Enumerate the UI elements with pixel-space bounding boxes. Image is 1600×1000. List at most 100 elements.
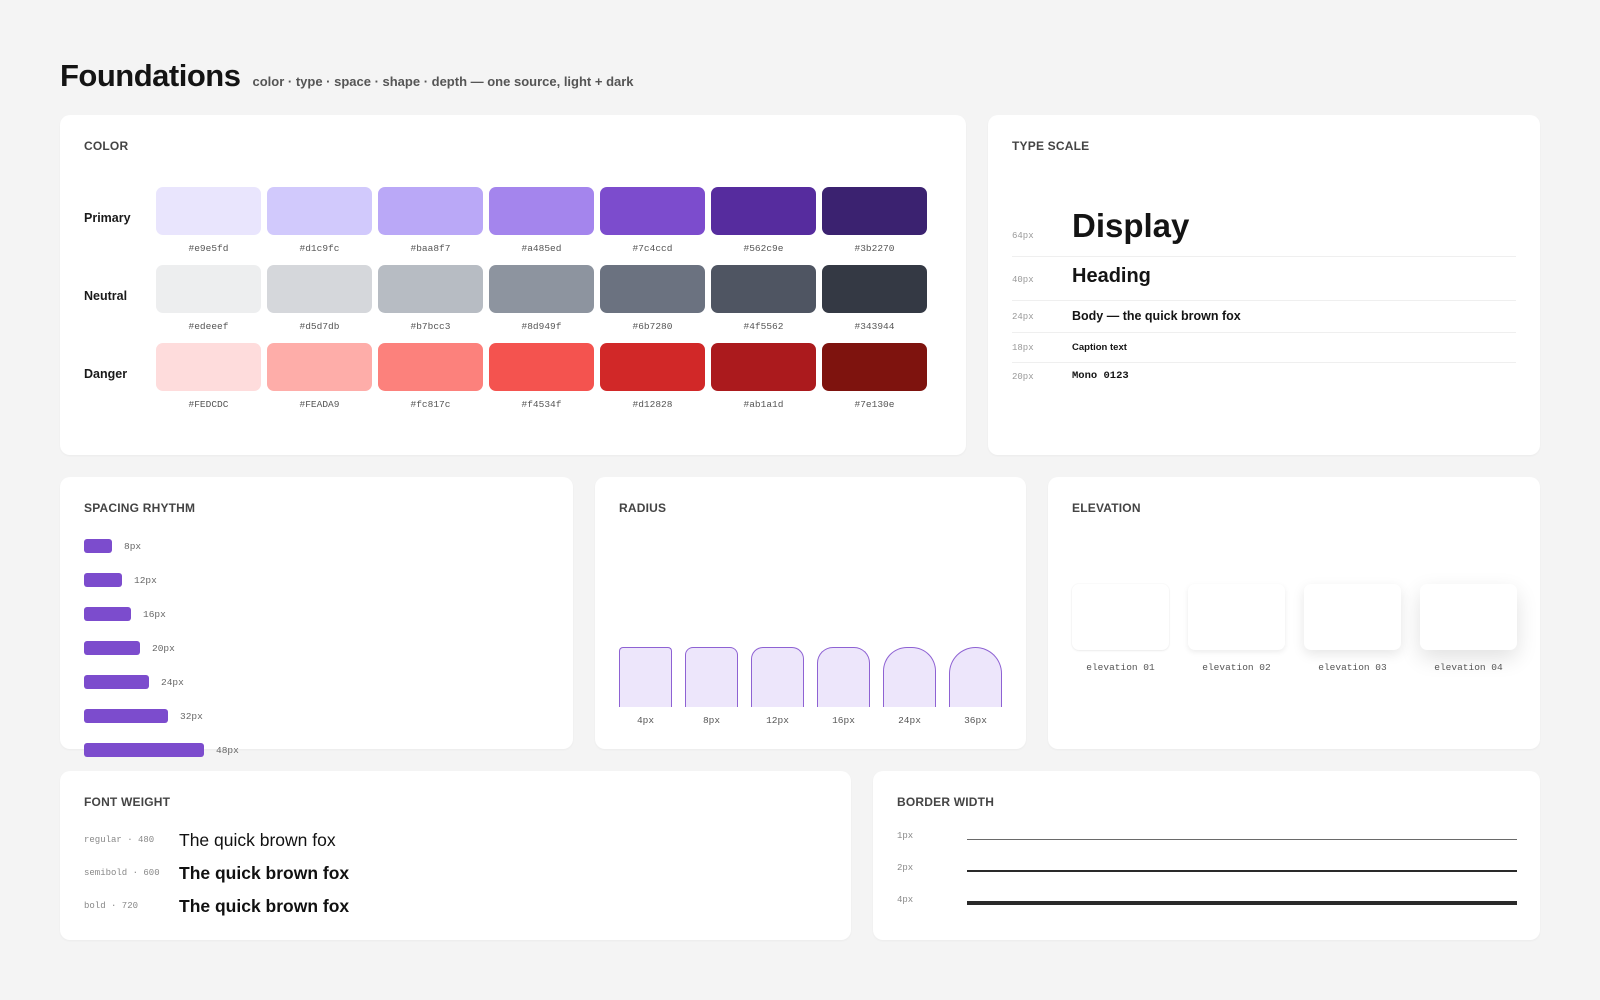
color-swatch[interactable]: #562c9e	[711, 187, 816, 254]
type-size-label: 40px	[1012, 275, 1034, 285]
type-scale-card-title: TYPE SCALE	[1012, 139, 1090, 153]
color-swatch-chip[interactable]	[489, 265, 594, 313]
color-swatch[interactable]: #8d949f	[489, 265, 594, 332]
color-swatch-hex: #d12828	[632, 399, 673, 410]
page-subtitle: color · type · space · shape · depth — o…	[252, 74, 634, 89]
color-swatch[interactable]: #FEDCDC	[156, 343, 261, 410]
type-row-display: 64px Display	[1012, 203, 1516, 257]
color-swatch-hex: #b7bcc3	[410, 321, 451, 332]
type-sample-mono: Mono 0123	[1072, 370, 1129, 382]
spacing-row: 8px	[84, 539, 141, 553]
color-swatch[interactable]: #ab1a1d	[711, 343, 816, 410]
color-swatch[interactable]: #7e130e	[822, 343, 927, 410]
elevation-sample: elevation 02	[1188, 584, 1285, 673]
color-swatch-chip[interactable]	[600, 343, 705, 391]
color-swatch-chip[interactable]	[711, 343, 816, 391]
spacing-row: 48px	[84, 743, 239, 757]
font-weight-meta: semibold · 600	[84, 868, 160, 878]
color-swatch-chip[interactable]	[156, 265, 261, 313]
elevation-card-title: ELEVATION	[1072, 501, 1141, 515]
font-weight-row: semibold · 600 The quick brown fox	[84, 861, 349, 885]
spacing-label: 12px	[134, 574, 157, 586]
type-row-caption: 18px Caption text	[1012, 333, 1516, 363]
color-swatch-chip[interactable]	[711, 265, 816, 313]
type-sample-caption: Caption text	[1072, 342, 1127, 353]
spacing-bar	[84, 743, 204, 757]
color-swatch[interactable]: #7c4ccd	[600, 187, 705, 254]
color-swatch-hex: #e9e5fd	[188, 243, 229, 254]
type-scale-card: TYPE SCALE 64px Display 40px Heading 24p…	[988, 115, 1540, 455]
color-swatch[interactable]: #FEADA9	[267, 343, 372, 410]
radius-box	[685, 647, 738, 707]
color-swatch-chip[interactable]	[378, 343, 483, 391]
radius-box	[751, 647, 804, 707]
radius-card: RADIUS 4px 8px 12px 16px 24px 36px	[595, 477, 1026, 749]
spacing-row: 32px	[84, 709, 203, 723]
color-swatch[interactable]: #d5d7db	[267, 265, 372, 332]
radius-sample: 16px	[817, 647, 870, 726]
color-swatch-chip[interactable]	[156, 343, 261, 391]
color-row-label: Neutral	[84, 289, 128, 303]
color-swatch-hex: #6b7280	[632, 321, 673, 332]
radius-card-title: RADIUS	[619, 501, 667, 515]
color-swatch[interactable]: #f4534f	[489, 343, 594, 410]
radius-label: 24px	[898, 715, 921, 726]
type-sample-display: Display	[1072, 207, 1190, 244]
page-title: Foundations	[60, 58, 241, 93]
color-swatch[interactable]: #fc817c	[378, 343, 483, 410]
radius-sample: 12px	[751, 647, 804, 726]
color-swatch-hex: #FEADA9	[299, 399, 340, 410]
color-swatch-chip[interactable]	[378, 187, 483, 235]
color-swatch-hex: #f4534f	[521, 399, 562, 410]
radius-label: 8px	[702, 715, 721, 726]
color-swatch-chip[interactable]	[600, 265, 705, 313]
color-swatch-chip[interactable]	[822, 343, 927, 391]
spacing-label: 48px	[216, 744, 239, 756]
color-swatch[interactable]: #baa8f7	[378, 187, 483, 254]
radius-box	[949, 647, 1002, 707]
color-row-danger: Danger #FEDCDC #FEADA9 #fc817c #f4534f #d1282…	[84, 343, 944, 413]
color-swatch-chip[interactable]	[267, 187, 372, 235]
radius-sample: 8px	[685, 647, 738, 726]
color-swatch-chip[interactable]	[489, 343, 594, 391]
radius-box	[883, 647, 936, 707]
color-swatch[interactable]: #d12828	[600, 343, 705, 410]
color-swatch-hex: #FEDCDC	[188, 399, 229, 410]
color-swatch-chip[interactable]	[822, 187, 927, 235]
spacing-label: 24px	[161, 676, 184, 688]
color-swatch-chip[interactable]	[156, 187, 261, 235]
border-width-label: 1px	[897, 831, 914, 841]
color-swatch-chip[interactable]	[822, 265, 927, 313]
color-swatch-chip[interactable]	[711, 187, 816, 235]
color-card-title: COLOR	[84, 139, 129, 153]
color-swatch-chip[interactable]	[267, 343, 372, 391]
color-swatch[interactable]: #e9e5fd	[156, 187, 261, 254]
color-swatch-hex: #7c4ccd	[632, 243, 673, 254]
radius-box	[817, 647, 870, 707]
color-swatch[interactable]: #a485ed	[489, 187, 594, 254]
spacing-bar	[84, 641, 140, 655]
color-swatch-chip[interactable]	[600, 187, 705, 235]
color-swatch-chip[interactable]	[489, 187, 594, 235]
color-swatch[interactable]: #b7bcc3	[378, 265, 483, 332]
border-width-line	[967, 901, 1517, 905]
spacing-row: 12px	[84, 573, 157, 587]
color-swatch[interactable]: #d1c9fc	[267, 187, 372, 254]
color-swatch-hex: #d5d7db	[299, 321, 340, 332]
color-swatch-chip[interactable]	[378, 265, 483, 313]
elevation-sample: elevation 03	[1304, 584, 1401, 673]
radius-label: 16px	[832, 715, 855, 726]
spacing-label: 32px	[180, 710, 203, 722]
color-swatch[interactable]: #4f5562	[711, 265, 816, 332]
color-swatch[interactable]: #6b7280	[600, 265, 705, 332]
elevation-sample: elevation 01	[1072, 584, 1169, 673]
border-width-label: 2px	[897, 863, 914, 873]
type-row-body: 24px Body — the quick brown fox	[1012, 301, 1516, 333]
color-swatch-hex: #8d949f	[521, 321, 562, 332]
border-width-line	[967, 838, 1517, 840]
color-swatch-chip[interactable]	[267, 265, 372, 313]
color-swatch[interactable]: #343944	[822, 265, 927, 332]
font-weight-meta: bold · 720	[84, 901, 139, 911]
color-swatch[interactable]: #3b2270	[822, 187, 927, 254]
color-swatch[interactable]: #edeeef	[156, 265, 261, 332]
